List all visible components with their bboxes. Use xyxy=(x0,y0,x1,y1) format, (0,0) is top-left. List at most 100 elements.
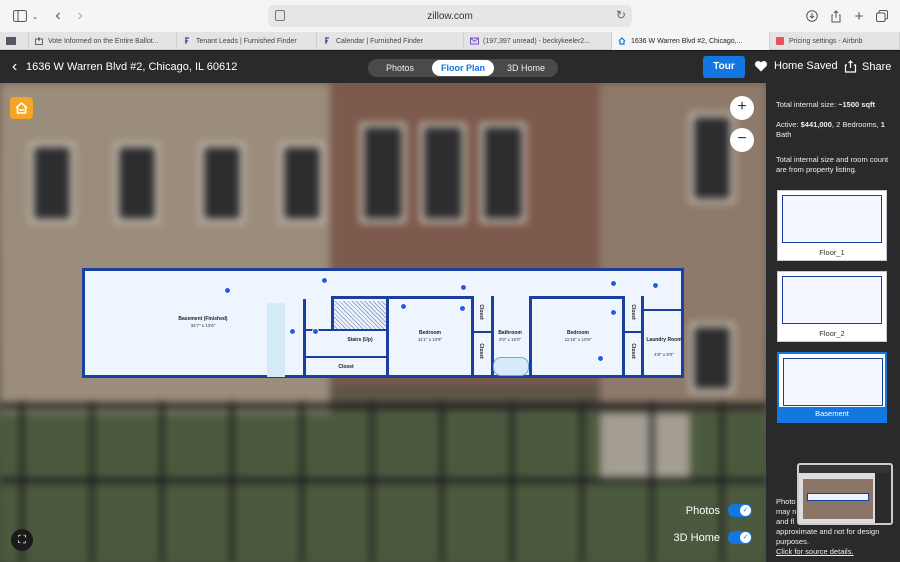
share-browser-icon[interactable] xyxy=(828,6,844,26)
room-label-bedroom: Bedroom xyxy=(567,330,589,336)
zoom-out-button[interactable]: − xyxy=(730,128,754,152)
screenshot-preview-thumbnail[interactable] xyxy=(797,463,893,525)
disclaimer-line: purposes. xyxy=(776,537,809,546)
share-icon xyxy=(844,60,857,73)
photo-marker[interactable] xyxy=(610,309,617,316)
photos-toggle[interactable]: ✓ xyxy=(728,504,752,517)
tab-label: (197,397 unread) - beckykeeler2... xyxy=(483,37,591,45)
floor-plan[interactable]: Basement (Finished) 34'7" x 13'6" Stairs… xyxy=(82,268,684,378)
floor-thumb-label: Basement xyxy=(779,407,885,421)
room-dims-bedroom: 11'1" x 10'9" xyxy=(417,337,443,342)
tab-mail[interactable]: (197,397 unread) - beckykeeler2... xyxy=(464,32,612,50)
fullscreen-button[interactable]: ⛶ xyxy=(11,529,33,551)
back-nav-icon[interactable]: ‹ xyxy=(50,6,66,26)
photos-toggle-label: Photos xyxy=(685,504,720,517)
site-settings-icon[interactable] xyxy=(275,10,285,21)
3d-home-toggle[interactable]: ✓ xyxy=(728,531,752,544)
listing-address: 1636 W Warren Blvd #2, Chicago, IL 60612 xyxy=(26,61,238,73)
back-icon[interactable]: ‹ xyxy=(12,58,17,76)
address-bar[interactable]: zillow.com ↻ xyxy=(268,5,632,27)
active-baths-label: Bath xyxy=(776,130,792,139)
reload-icon[interactable]: ↻ xyxy=(616,8,626,22)
zillow-icon xyxy=(618,37,626,45)
active-beds-label: Bedrooms, xyxy=(842,120,879,129)
photo-marker[interactable] xyxy=(289,328,296,335)
home-saved-button[interactable]: Home Saved xyxy=(754,60,838,72)
share-label: Share xyxy=(862,60,892,73)
room-label-stairs: Stairs (Up) xyxy=(347,337,373,343)
heart-icon xyxy=(754,60,768,72)
photo-marker[interactable] xyxy=(321,277,328,284)
tab-ballot[interactable]: Vote Informed on the Entire Ballot... xyxy=(29,32,177,50)
sidebar-toggle-icon[interactable] xyxy=(12,6,28,26)
tab-label: Calendar | Furnished Finder xyxy=(336,37,424,45)
chevron-down-icon[interactable]: ⌄ xyxy=(30,6,40,26)
home-saved-label: Home Saved xyxy=(774,60,838,72)
disclaimer-line: approximate and not for design xyxy=(776,527,880,536)
floor-1-preview xyxy=(782,195,882,243)
floor-thumb-floor-2[interactable]: Floor_2 xyxy=(777,271,887,342)
mail-icon xyxy=(470,37,479,45)
active-prefix: Active: xyxy=(776,120,799,129)
room-label-bathroom: Bathroom xyxy=(498,330,522,336)
photo-marker[interactable] xyxy=(312,328,319,335)
room-dims-laundry: 4'8" x 8'0" xyxy=(654,352,674,357)
bathtub xyxy=(493,357,529,376)
source-details-link[interactable]: Click for source details. xyxy=(776,547,896,557)
floor-thumb-label: Floor_1 xyxy=(778,246,886,260)
room-label-closet: Closet xyxy=(630,304,636,320)
tour-button[interactable]: Tour xyxy=(703,56,745,78)
url-text: zillow.com xyxy=(427,10,473,22)
expand-icon: ⛶ xyxy=(18,534,26,546)
tab-airbnb[interactable]: Pricing settings - Airbnb xyxy=(770,32,900,50)
download-icon[interactable] xyxy=(804,6,820,26)
tab-floor-plan[interactable]: Floor Plan xyxy=(432,60,494,76)
zoom-in-button[interactable]: + xyxy=(730,96,754,120)
room-dims-basement: 34'7" x 13'6" xyxy=(190,323,216,328)
check-icon: ✓ xyxy=(740,505,751,516)
tab-calendar[interactable]: Calendar | Furnished Finder xyxy=(317,32,464,50)
active-listing-info: Active: $441,000, 2 Bedrooms, 1 Bath xyxy=(776,120,885,139)
pinned-tab-icon xyxy=(6,37,16,45)
photo-marker[interactable] xyxy=(224,287,231,294)
tab-tenant-leads[interactable]: Tenant Leads | Furnished Finder xyxy=(177,32,317,50)
airbnb-icon xyxy=(776,37,784,45)
floor-thumb-floor-1[interactable]: Floor_1 xyxy=(777,190,887,261)
floor-thumb-basement[interactable]: Basement xyxy=(777,352,887,423)
new-tab-icon[interactable]: + xyxy=(851,6,867,26)
floor-2-preview xyxy=(782,276,882,324)
view-switcher: Photos Floor Plan 3D Home xyxy=(368,59,558,77)
tab-pinned[interactable] xyxy=(0,32,29,50)
tab-photos[interactable]: Photos xyxy=(368,60,432,76)
plus-icon: + xyxy=(737,98,747,115)
forward-nav-icon[interactable]: › xyxy=(72,6,88,26)
room-label-laundry: Laundry Room xyxy=(646,337,682,343)
photo-marker[interactable] xyxy=(652,282,659,289)
browser-toolbar: ⌄ ‹ › zillow.com ↻ + xyxy=(0,0,900,32)
stairs-hatch xyxy=(334,301,386,329)
size-label: Total internal size: xyxy=(776,100,837,109)
active-beds: 2 xyxy=(836,120,841,129)
room-label-basement: Basement (Finished) xyxy=(178,316,228,322)
tab-overview-icon[interactable] xyxy=(874,6,890,26)
tab-label: Vote Informed on the Entire Ballot... xyxy=(48,37,159,45)
tab-zillow[interactable]: 1636 W Warren Blvd #2, Chicago,... xyxy=(612,32,770,50)
size-note: Total internal size and room count are f… xyxy=(776,155,889,174)
zillow-logo-icon xyxy=(10,97,33,119)
minus-icon: − xyxy=(737,130,747,147)
room-label-closet: Closet xyxy=(478,343,484,359)
check-icon: ✓ xyxy=(740,532,751,543)
ballot-icon xyxy=(35,37,43,45)
tab-3d-home[interactable]: 3D Home xyxy=(494,60,558,76)
3d-home-toggle-label: 3D Home xyxy=(673,531,720,544)
photo-viewer[interactable]: + − ⛶ Photos ✓ 3D Home ✓ Basement (Finis… xyxy=(0,83,766,562)
listing-header: ‹ 1636 W Warren Blvd #2, Chicago, IL 606… xyxy=(0,51,900,83)
active-baths: 1 xyxy=(880,120,885,129)
photo-marker[interactable] xyxy=(459,305,466,312)
photo-marker[interactable] xyxy=(400,303,407,310)
photo-marker[interactable] xyxy=(597,355,604,362)
photo-marker[interactable] xyxy=(460,284,467,291)
share-button[interactable]: Share xyxy=(844,60,891,73)
tab-label: 1636 W Warren Blvd #2, Chicago,... xyxy=(631,37,743,45)
photo-marker[interactable] xyxy=(610,280,617,287)
